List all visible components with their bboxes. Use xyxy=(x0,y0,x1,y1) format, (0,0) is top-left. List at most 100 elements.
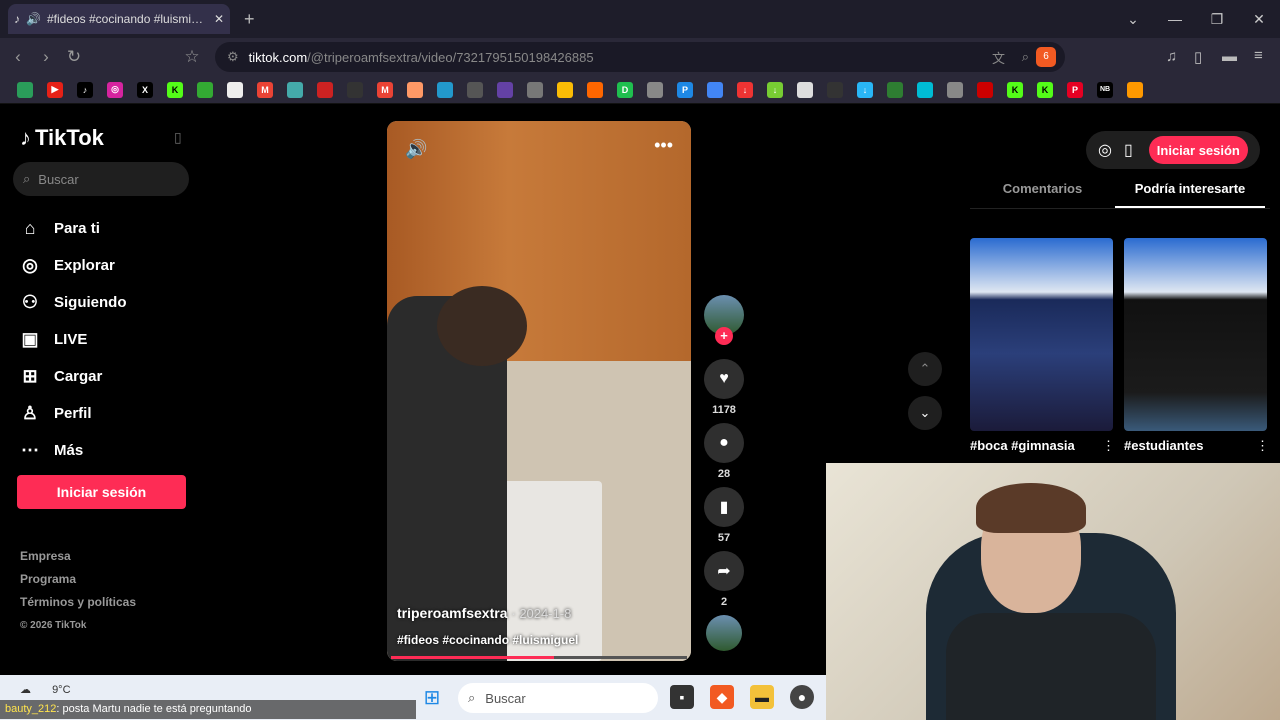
sidebar-toggle-icon[interactable]: ▯ xyxy=(1194,48,1202,66)
footer-link-empresa[interactable]: Empresa xyxy=(20,545,136,568)
sidebar-item-live[interactable]: ▣ LIVE xyxy=(20,321,127,358)
translate-icon[interactable]: 文 xyxy=(992,48,1005,67)
twitch-icon[interactable] xyxy=(497,81,513,98)
maximize-button[interactable]: ❐ xyxy=(1196,11,1238,28)
sidebar-item-explorar[interactable]: ◎ Explorar xyxy=(20,247,127,284)
bookmark-icon-29[interactable]: ↓ xyxy=(857,81,873,98)
sidebar-item-cargar[interactable]: ⊞ Cargar xyxy=(20,358,127,395)
close-window-button[interactable]: ✕ xyxy=(1238,11,1280,28)
music-icon[interactable]: ♫ xyxy=(1166,48,1177,65)
tab-podria-interesarte[interactable]: Podría interesarte xyxy=(1115,175,1265,208)
site-settings-icon[interactable]: ⚙ xyxy=(227,49,239,65)
video-card-caption[interactable]: #boca #gimnasia xyxy=(970,438,1075,453)
tab-list-icon[interactable]: ⌄ xyxy=(1112,11,1154,28)
windows-start-icon[interactable]: ⊞ xyxy=(420,685,444,709)
video-card-thumbnail[interactable] xyxy=(1124,238,1267,431)
instagram-icon[interactable]: ◎ xyxy=(107,81,123,98)
taskbar-search[interactable]: ⌕ Buscar xyxy=(458,683,658,713)
bookmark-icon-18[interactable] xyxy=(527,81,543,98)
bookmark-icon-32[interactable] xyxy=(947,81,963,98)
bookmark-icon-21[interactable]: D xyxy=(617,81,633,98)
bookmark-icon-22[interactable] xyxy=(647,81,663,98)
bookmark-icon-11[interactable] xyxy=(317,81,333,98)
follow-plus-icon[interactable]: + xyxy=(715,327,733,345)
menu-icon[interactable]: ≡ xyxy=(1254,47,1263,64)
docs-icon[interactable] xyxy=(707,81,723,98)
bookmark-icon-8[interactable] xyxy=(227,81,243,98)
tiktok-logo[interactable]: ♪ TikTok xyxy=(20,125,104,151)
bookmark-icon-7[interactable] xyxy=(197,81,213,98)
login-button[interactable]: Iniciar sesión xyxy=(17,475,186,509)
sound-avatar[interactable] xyxy=(706,615,742,651)
drive-icon[interactable] xyxy=(557,81,573,98)
brave-shields-icon[interactable]: 6 xyxy=(1036,47,1056,67)
brave-taskbar-icon[interactable]: ◆ xyxy=(710,685,734,709)
next-video-button[interactable]: ⌄ xyxy=(908,396,942,430)
footer-link-terminos[interactable]: Términos y políticas xyxy=(20,591,136,614)
video-card-caption[interactable]: #estudiantes xyxy=(1124,438,1203,453)
speaker-icon[interactable]: 🔊 xyxy=(26,12,41,26)
compass-icon[interactable]: ◎ xyxy=(1098,140,1112,160)
bookmark-icon-27[interactable] xyxy=(797,81,813,98)
minimize-button[interactable]: — xyxy=(1154,11,1196,27)
like-button[interactable]: ♥ xyxy=(704,359,744,399)
card-more-icon[interactable]: ⋮ xyxy=(1256,438,1269,454)
sidebar-item-para-ti[interactable]: ⌂ Para ti xyxy=(20,210,127,247)
pinterest-icon[interactable]: P xyxy=(1067,81,1083,98)
kick-icon[interactable]: K xyxy=(167,81,183,98)
kick-icon-3[interactable]: K xyxy=(1037,81,1053,98)
weather-widget[interactable]: ☁ 9°C xyxy=(20,683,71,696)
tiktok-icon[interactable]: ♪ xyxy=(77,81,93,98)
url-field[interactable]: ⚙ tiktok.com/@triperoamfsextra/video/732… xyxy=(215,42,1065,72)
gmail-icon-2[interactable]: M xyxy=(377,81,393,98)
search-input[interactable]: ⌕ Buscar xyxy=(13,162,189,196)
bookmark-icon-33[interactable] xyxy=(977,81,993,98)
forward-icon[interactable]: › xyxy=(32,47,60,67)
author-avatar[interactable]: + xyxy=(704,295,744,345)
sidebar-item-perfil[interactable]: ♙ Perfil xyxy=(20,395,127,432)
bookmark-icon-15[interactable] xyxy=(437,81,453,98)
phone-icon[interactable]: ▯ xyxy=(1124,140,1133,160)
bookmark-icon-10[interactable] xyxy=(287,81,303,98)
sidebar-item-mas[interactable]: ⋯ Más xyxy=(20,432,127,469)
file-explorer-icon[interactable]: ▬ xyxy=(750,685,774,709)
comment-button[interactable]: ● xyxy=(704,423,744,463)
obs-icon[interactable]: ● xyxy=(790,685,814,709)
bookmark-icon-30[interactable] xyxy=(887,81,903,98)
browser-tab[interactable]: ♪ 🔊 #fideos #cocinando #luismiguel ✕ xyxy=(8,4,230,34)
video-card-thumbnail[interactable] xyxy=(970,238,1113,431)
zoom-icon[interactable]: ⌕ xyxy=(1022,49,1029,65)
video-player[interactable]: 🔊 ••• triperoamfsextra · 2024-1-8 #fideo… xyxy=(387,121,691,661)
github-icon[interactable] xyxy=(347,81,363,98)
kick-icon-2[interactable]: K xyxy=(1007,81,1023,98)
bookmark-icon-38[interactable] xyxy=(1127,81,1143,98)
login-button-top[interactable]: Iniciar sesión xyxy=(1148,136,1248,164)
video-progress-bar[interactable] xyxy=(391,656,687,659)
youtube-icon[interactable]: ▶ xyxy=(47,81,63,98)
share-button[interactable]: ➦ xyxy=(704,551,744,591)
bookmark-icon[interactable]: ☆ xyxy=(178,47,206,67)
card-more-icon[interactable]: ⋮ xyxy=(1102,438,1115,454)
back-icon[interactable]: ‹ xyxy=(4,47,32,67)
x-icon[interactable]: X xyxy=(137,81,153,98)
save-button[interactable]: ▮ xyxy=(704,487,744,527)
bookmark-icon-37[interactable]: NB xyxy=(1097,81,1113,98)
footer-link-programa[interactable]: Programa xyxy=(20,568,136,591)
close-tab-icon[interactable]: ✕ xyxy=(214,12,224,26)
wallet-icon[interactable]: ▬ xyxy=(1222,48,1237,65)
bookmark-icon-31[interactable] xyxy=(917,81,933,98)
reload-icon[interactable]: ↻ xyxy=(60,47,88,67)
more-options-icon[interactable]: ••• xyxy=(654,135,673,156)
gmail-icon[interactable]: M xyxy=(257,81,273,98)
bookmark-icon-1[interactable] xyxy=(17,81,33,98)
bookmark-icon-20[interactable] xyxy=(587,81,603,98)
bookmark-icon-14[interactable] xyxy=(407,81,423,98)
collapse-sidebar-icon[interactable]: ▯ xyxy=(174,129,182,146)
tab-comentarios[interactable]: Comentarios xyxy=(970,175,1115,208)
bookmark-icon-16[interactable] xyxy=(467,81,483,98)
task-view-icon[interactable]: ▪ xyxy=(670,685,694,709)
download-icon-2[interactable]: ↓ xyxy=(767,81,783,98)
previous-video-button[interactable]: ⌃ xyxy=(908,352,942,386)
sidebar-item-siguiendo[interactable]: ⚇ Siguiendo xyxy=(20,284,127,321)
new-tab-button[interactable]: + xyxy=(244,9,255,30)
